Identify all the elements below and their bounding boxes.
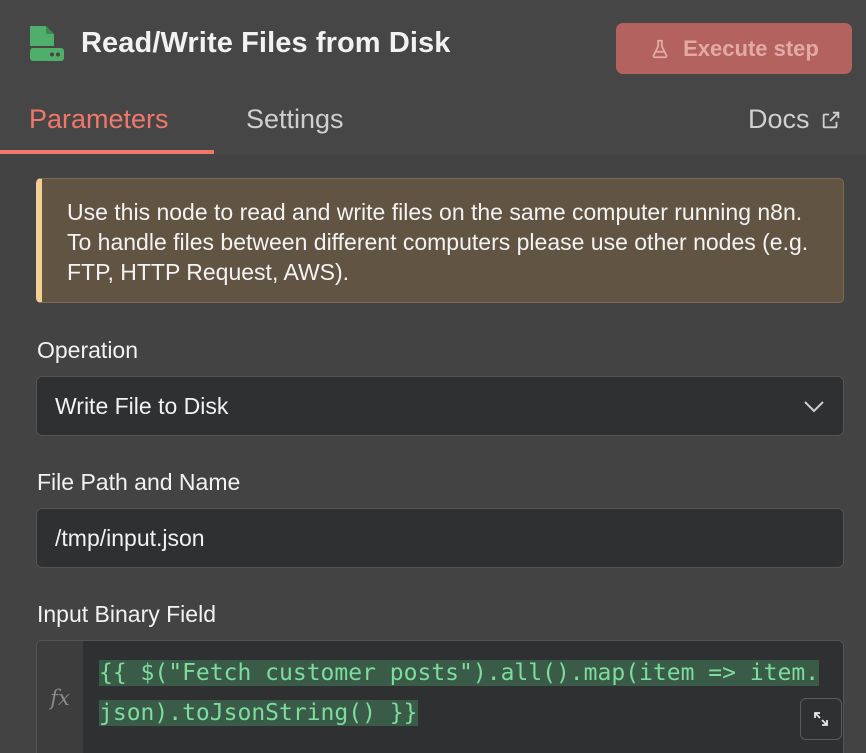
fx-icon: fx bbox=[37, 641, 83, 753]
docs-label: Docs bbox=[748, 104, 810, 134]
binary-field-expression-editor[interactable]: fx {{ $("Fetch customer posts").all().ma… bbox=[36, 640, 844, 753]
docs-link[interactable]: Docs bbox=[748, 104, 842, 135]
chevron-down-icon bbox=[804, 401, 824, 413]
file-disk-icon bbox=[30, 26, 64, 61]
node-header: Read/Write Files from Disk Execute step … bbox=[0, 0, 866, 154]
notice-text: Use this node to read and write files on… bbox=[67, 199, 809, 285]
node-title: Read/Write Files from Disk bbox=[81, 27, 451, 59]
expand-icon bbox=[814, 712, 828, 726]
flask-icon bbox=[652, 39, 668, 58]
operation-label: Operation bbox=[37, 337, 139, 363]
file-path-value: /tmp/input.json bbox=[55, 524, 205, 551]
external-link-icon bbox=[822, 111, 839, 128]
info-notice: Use this node to read and write files on… bbox=[36, 178, 844, 303]
expand-editor-button[interactable] bbox=[800, 698, 842, 740]
file-path-input[interactable]: /tmp/input.json bbox=[36, 508, 844, 568]
binary-field-label: Input Binary Field bbox=[37, 601, 216, 627]
file-path-label: File Path and Name bbox=[37, 469, 241, 495]
expression-value: {{ $("Fetch customer posts").all().map(i… bbox=[99, 660, 820, 726]
operation-value: Write File to Disk bbox=[55, 392, 229, 419]
operation-select[interactable]: Write File to Disk bbox=[36, 376, 844, 436]
expression-text[interactable]: {{ $("Fetch customer posts").all().map(i… bbox=[99, 653, 829, 733]
execute-step-button[interactable]: Execute step bbox=[616, 23, 852, 74]
tab-settings[interactable]: Settings bbox=[246, 104, 344, 135]
tab-parameters[interactable]: Parameters bbox=[29, 104, 169, 135]
execute-step-label: Execute step bbox=[683, 35, 819, 61]
